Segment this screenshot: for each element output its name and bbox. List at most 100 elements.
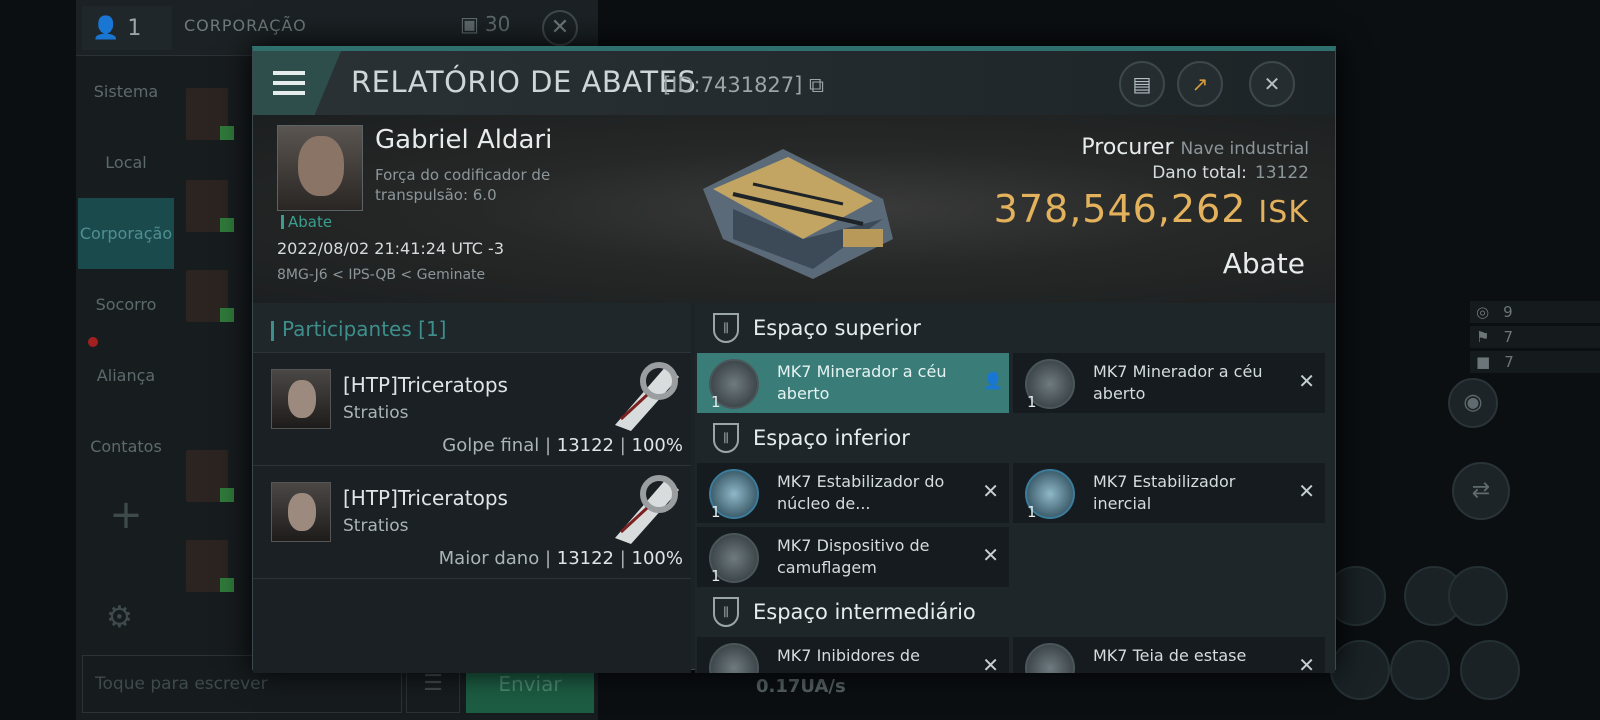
fitted-item[interactable]: 1 MK7 Inibidores de ✕ — [697, 637, 1009, 673]
channel-local[interactable]: Local — [78, 127, 174, 198]
fitting-panel: ⫼ Espaço superior 1 MK7 Minerador a céu a… — [695, 303, 1335, 673]
chat-avatar[interactable] — [186, 450, 234, 502]
fitted-item[interactable]: 1 MK7 Estabilizador do núcleo de... ✕ — [697, 463, 1009, 523]
person-icon: 👤 — [92, 15, 120, 41]
square-icon: ■ — [1476, 353, 1491, 371]
dialog-title: RELATÓRIO DE ABATES — [351, 65, 697, 99]
fitted-item[interactable]: 1 MK7 Teia de estase ✕ — [1013, 637, 1325, 673]
result-label: Abate — [1222, 247, 1305, 280]
victim-portrait[interactable] — [277, 125, 363, 211]
add-channel-button[interactable]: + — [78, 482, 174, 548]
report-id[interactable]: [ID:7431827] ⧉ — [663, 73, 824, 98]
item-name: MK7 Dispositivo de camuflagem — [777, 536, 930, 577]
square-icon: ▣ — [460, 12, 479, 36]
copy-icon: ⧉ — [802, 73, 825, 97]
module-icon — [709, 643, 759, 673]
slot-shield-icon: ⫼ — [713, 313, 739, 343]
mid-slot-header: ⫼ Espaço intermediário — [695, 587, 1335, 637]
dialog-header: RELATÓRIO DE ABATES [ID:7431827] ⧉ ▤ ↗ ✕ — [253, 51, 1335, 115]
participant-name: [HTP]Triceratops — [343, 373, 508, 397]
members-button[interactable]: 👤 1 — [82, 6, 172, 50]
destroyed-icon: ✕ — [982, 653, 999, 673]
slot-shield-icon: ⫼ — [713, 597, 739, 627]
speed-readout: 0.17UA/s — [756, 676, 846, 697]
member-count: 1 — [127, 15, 142, 41]
chat-avatar[interactable] — [186, 540, 234, 592]
participant-ship-icon — [615, 362, 679, 431]
fitted-item[interactable]: 1 MK7 Estabilizador inercial ✕ — [1013, 463, 1325, 523]
gear-icon[interactable]: ⚙ — [106, 600, 133, 635]
stat-row: ■ 7 — [1470, 351, 1600, 373]
item-count: ▣ 30 — [460, 12, 511, 36]
participant-ship: Stratios — [343, 403, 409, 423]
item-name: MK7 Estabilizador do núcleo de... — [777, 472, 945, 513]
kill-route[interactable]: 8MG-J6 < IPS-QB < Geminate — [277, 267, 485, 283]
participant-row[interactable]: [HTP]Triceratops Stratios Golpe final | … — [253, 353, 691, 466]
low-slot-header: ⫼ Espaço inferior — [695, 413, 1335, 463]
kill-tag: Abate — [281, 215, 332, 230]
slot-shield-icon: ⫼ — [713, 423, 739, 453]
participant-name: [HTP]Triceratops — [343, 486, 508, 510]
destroyed-icon: ✕ — [1298, 479, 1315, 503]
channel-contatos[interactable]: Contatos — [78, 411, 174, 482]
participant-row[interactable]: [HTP]Triceratops Stratios Maior dano | 1… — [253, 466, 691, 579]
destroyed-icon: ✕ — [1298, 653, 1315, 673]
participant-ship-icon — [615, 475, 679, 544]
victim-name[interactable]: Gabriel Aldari — [375, 125, 552, 155]
channel-alianca[interactable]: Aliança — [78, 340, 174, 411]
channel-corporacao[interactable]: Corporação — [78, 198, 174, 269]
fitted-item[interactable]: 1 MK7 Minerador a céu aberto 👤 — [697, 353, 1009, 413]
swap-icon[interactable]: ⇄ — [1452, 462, 1510, 520]
ship-image — [703, 149, 893, 279]
notification-dot — [88, 337, 98, 347]
channel-sistema[interactable]: Sistema — [78, 56, 174, 127]
fleet-icon: ⚑ — [1476, 328, 1490, 346]
clipboard-icon[interactable]: ▤ — [1119, 61, 1165, 107]
destroyed-icon: ✕ — [982, 543, 999, 567]
participant-stats: Maior dano | 13122 | 100% — [438, 548, 683, 569]
kill-report-dialog: RELATÓRIO DE ABATES [ID:7431827] ⧉ ▤ ↗ ✕… — [252, 46, 1336, 673]
fitted-item[interactable]: 1 MK7 Dispositivo de camuflagem ✕ — [697, 527, 1009, 587]
destroyed-icon: ✕ — [1298, 369, 1315, 393]
share-icon[interactable]: ↗ — [1177, 61, 1223, 107]
menu-icon[interactable] — [253, 51, 341, 115]
module-slot[interactable] — [1460, 640, 1520, 700]
module-slot[interactable] — [1390, 640, 1450, 700]
item-name: MK7 Inibidores de — [777, 646, 920, 665]
participant-avatar[interactable] — [271, 369, 331, 429]
chat-title: CORPORAÇÃO — [184, 16, 307, 35]
stat-row: ◎ 9 — [1470, 301, 1600, 323]
module-icon — [1025, 643, 1075, 673]
participant-stats: Golpe final | 13122 | 100% — [442, 435, 683, 456]
chat-avatar[interactable] — [186, 270, 234, 322]
close-button[interactable]: ✕ — [1249, 61, 1295, 107]
fitted-item[interactable]: 1 MK7 Minerador a céu aberto ✕ — [1013, 353, 1325, 413]
owner-icon: 👤 — [983, 371, 1003, 390]
stat-row: ⚑ 7 — [1470, 326, 1600, 348]
ship-name[interactable]: Procurer Nave industrial — [1081, 135, 1309, 160]
participant-avatar[interactable] — [271, 482, 331, 542]
module-slot[interactable] — [1330, 640, 1390, 700]
victim-desc: Força do codificador de transpulsão: 6.0 — [375, 166, 551, 204]
module-slot[interactable] — [1448, 566, 1508, 626]
item-name: MK7 Minerador a céu aberto — [777, 362, 947, 403]
chat-close-button[interactable]: ✕ — [542, 10, 578, 46]
participants-header: Participantes [1] — [253, 303, 691, 353]
participant-ship: Stratios — [343, 516, 409, 536]
report-summary: Gabriel Aldari Força do codificador de t… — [253, 115, 1335, 303]
channel-list: Sistema Local Corporação Socorro Aliança… — [78, 56, 174, 482]
eye-icon[interactable]: ◉ — [1448, 378, 1498, 428]
isk-value: 378,546,262 ISK — [993, 187, 1309, 231]
target-icon: ◎ — [1476, 303, 1490, 321]
item-name: MK7 Minerador a céu aberto — [1093, 362, 1263, 403]
kill-datetime: 2022/08/02 21:41:24 UTC -3 — [277, 239, 505, 258]
chat-avatar[interactable] — [186, 180, 234, 232]
chat-avatar[interactable] — [186, 88, 234, 140]
total-damage: Dano total: 13122 — [1152, 163, 1309, 183]
channel-socorro[interactable]: Socorro — [78, 269, 174, 340]
item-name: MK7 Teia de estase — [1093, 646, 1247, 665]
participants-panel: Participantes [1] [HTP]Triceratops Strat… — [253, 303, 691, 673]
high-slot-header: ⫼ Espaço superior — [695, 303, 1335, 353]
destroyed-icon: ✕ — [982, 479, 999, 503]
item-name: MK7 Estabilizador inercial — [1093, 472, 1236, 513]
